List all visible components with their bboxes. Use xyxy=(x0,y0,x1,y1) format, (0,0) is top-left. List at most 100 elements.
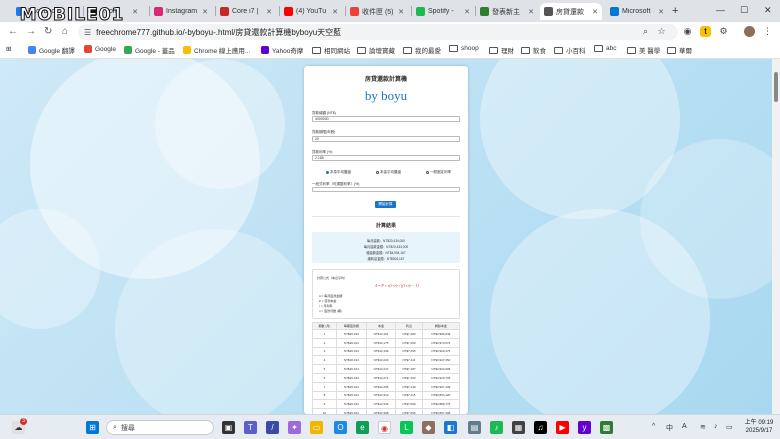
bookmark-8[interactable]: shoop xyxy=(449,45,479,52)
page-title: 房貸還款計算機 xyxy=(364,77,407,83)
bookmark-7[interactable]: 我的最愛 xyxy=(403,45,441,55)
app-icon[interactable]: ▩ xyxy=(600,421,613,434)
line-icon[interactable]: L xyxy=(400,421,413,434)
loan-term-input[interactable]: 20 xyxy=(312,136,460,142)
new-tab-button[interactable]: + xyxy=(672,5,678,17)
tab-7[interactable]: 發表新主 ✕ xyxy=(476,3,538,20)
minimize-icon[interactable]: — xyxy=(716,5,725,15)
extension-icon[interactable]: ◉ xyxy=(682,26,693,37)
translate-extension-icon[interactable]: t xyxy=(700,26,711,37)
calculate-button[interactable]: 開始計算 xyxy=(375,201,396,208)
bookmark-2[interactable]: Google - 蓋品 xyxy=(124,45,175,55)
option-fixed-rate[interactable]: 一般固定利率 xyxy=(426,170,451,175)
tab-9[interactable]: Microsoft ✕ xyxy=(606,3,668,20)
table-header-cell: 期數 (月) xyxy=(312,322,337,330)
table-header-cell: 利息 xyxy=(395,322,423,330)
tab-close-icon[interactable]: ✕ xyxy=(658,8,664,16)
table-cell: 4 xyxy=(312,355,337,366)
tiktok-icon[interactable]: ♫ xyxy=(534,421,547,434)
table-row: 8 NT$20,434 NT$13,319 NT$7,115 NT$3,894,120 xyxy=(312,390,461,401)
scrollbar[interactable] xyxy=(772,59,780,414)
tab-close-icon[interactable]: ✕ xyxy=(332,8,338,16)
tab-3[interactable]: Core i7 | ✕ xyxy=(216,3,276,20)
chrome-icon[interactable]: ◉ xyxy=(378,421,391,434)
table-header: 期數 (月) 每期還款額 本金 利息 剩餘本金 xyxy=(312,322,461,330)
tab-close-icon[interactable]: ✕ xyxy=(592,8,598,16)
outlook-icon[interactable]: O xyxy=(334,421,347,434)
tab-4[interactable]: (4) YouTu ✕ xyxy=(280,3,342,20)
bookmark-10[interactable]: 飲食 xyxy=(521,45,546,55)
search-icon: ⌕ xyxy=(113,423,117,431)
clock[interactable]: 上午 09:19 2025/9/17 xyxy=(739,419,779,435)
bookmark-6[interactable]: 論壇寶藏 xyxy=(357,45,395,55)
volume-icon[interactable]: ♪ xyxy=(714,423,718,430)
table-cell: NT$7,259 xyxy=(395,337,423,348)
bookmark-star-icon[interactable]: ☆ xyxy=(656,26,667,37)
app-icon[interactable]: ▤ xyxy=(468,421,481,434)
taskbar-search[interactable]: ⌕ 搜尋 xyxy=(106,420,214,435)
profile-avatar[interactable] xyxy=(744,26,755,37)
app-icon[interactable]: ◆ xyxy=(422,421,435,434)
bookmark-5[interactable]: 相同網站 xyxy=(312,45,350,55)
tab-close-icon[interactable]: ✕ xyxy=(398,8,404,16)
bookmark-favicon-icon xyxy=(183,46,191,54)
spotify-icon[interactable]: ♪ xyxy=(490,421,503,434)
bookmark-12[interactable]: abc xyxy=(594,45,616,52)
app-icon[interactable]: / xyxy=(266,421,279,434)
tab-8[interactable]: 房貸還款 ✕ xyxy=(540,3,602,20)
bookmark-13[interactable]: 美 醫學 xyxy=(627,45,660,55)
scrollbar-thumb[interactable] xyxy=(774,72,778,102)
radio-icon xyxy=(426,171,429,174)
tab-6[interactable]: Spotify - ✕ xyxy=(412,3,474,20)
tab-title: (4) YouTu xyxy=(296,8,327,15)
table-header-cell: 本金 xyxy=(365,322,397,330)
option-equal-payment[interactable]: 本息平均攤還 xyxy=(326,170,351,175)
loan-term-label: 貸款期限(年數) xyxy=(312,130,336,134)
puzzle-icon[interactable]: ⚙ xyxy=(718,26,729,37)
start-icon[interactable]: ⊞ xyxy=(86,421,99,434)
tab-2[interactable]: Instagram ✕ xyxy=(150,3,212,20)
table-cell: NT$20,434 xyxy=(335,337,367,348)
bookmark-9[interactable]: 理財 xyxy=(489,45,514,55)
bookmark-3[interactable]: Chrome 線上應用... xyxy=(183,45,250,55)
app-icon[interactable]: ◧ xyxy=(444,421,457,434)
tray-mode-icon[interactable]: A xyxy=(682,423,687,430)
bookmark-14[interactable]: 華爾 xyxy=(667,45,692,55)
loan-amount-input[interactable]: 4000000 xyxy=(312,116,460,122)
zoom-icon[interactable]: ⌕ xyxy=(640,26,651,37)
teams-icon[interactable]: T xyxy=(244,421,257,434)
tray-ime-icon[interactable]: 中 xyxy=(666,423,673,433)
apps-icon[interactable]: ⊞ xyxy=(6,45,11,53)
wifi-icon[interactable]: ≋ xyxy=(700,423,706,431)
tray-chevron-icon[interactable]: ^ xyxy=(652,423,655,430)
tab-close-icon[interactable]: ✕ xyxy=(202,8,208,16)
app-icon[interactable]: ▦ xyxy=(512,421,525,434)
tab-close-icon[interactable]: ✕ xyxy=(266,8,272,16)
tab-close-icon[interactable]: ✕ xyxy=(528,8,534,16)
page-subtitle: by boyu xyxy=(364,88,408,103)
option-equal-principal[interactable]: 本金平均攤還 xyxy=(376,170,401,175)
close-window-icon[interactable]: ✕ xyxy=(764,5,772,16)
maximize-icon[interactable]: ☐ xyxy=(740,5,748,16)
tab-close-icon[interactable]: ✕ xyxy=(464,8,470,16)
file-explorer-icon[interactable]: ▭ xyxy=(310,421,323,434)
bookmark-0[interactable]: Google 翻譯 xyxy=(28,45,75,55)
copilot-icon[interactable]: ✦ xyxy=(288,421,301,434)
table-row: 7 NT$20,434 NT$13,295 NT$7,139 NT$3,907,439 xyxy=(312,381,461,392)
interest-rate-input[interactable]: 2.185 xyxy=(312,155,460,161)
table-cell: NT$3,973,674 xyxy=(421,337,461,348)
battery-icon[interactable]: ▭ xyxy=(726,423,733,431)
bookmark-4[interactable]: Yahoo奇摩 xyxy=(261,45,303,55)
tab-5[interactable]: 收件匣 (5) ✕ xyxy=(346,3,408,20)
yahoo-icon[interactable]: y xyxy=(578,421,591,434)
edge-icon[interactable]: e xyxy=(356,421,369,434)
taskview-icon[interactable]: ▣ xyxy=(222,421,235,434)
youtube-icon[interactable]: ▶ xyxy=(556,421,569,434)
table-cell: 6 xyxy=(312,372,337,383)
menu-icon[interactable]: ⋮ xyxy=(762,26,773,37)
extra-rate-input[interactable] xyxy=(312,187,460,192)
bookmark-11[interactable]: 小百科 xyxy=(554,45,586,55)
tab-favicon-icon xyxy=(480,7,489,16)
address-bar[interactable]: ☰ freechrome777.github.io/-byboyu-.html/… xyxy=(78,24,678,40)
bookmark-1[interactable]: Google xyxy=(84,45,116,53)
